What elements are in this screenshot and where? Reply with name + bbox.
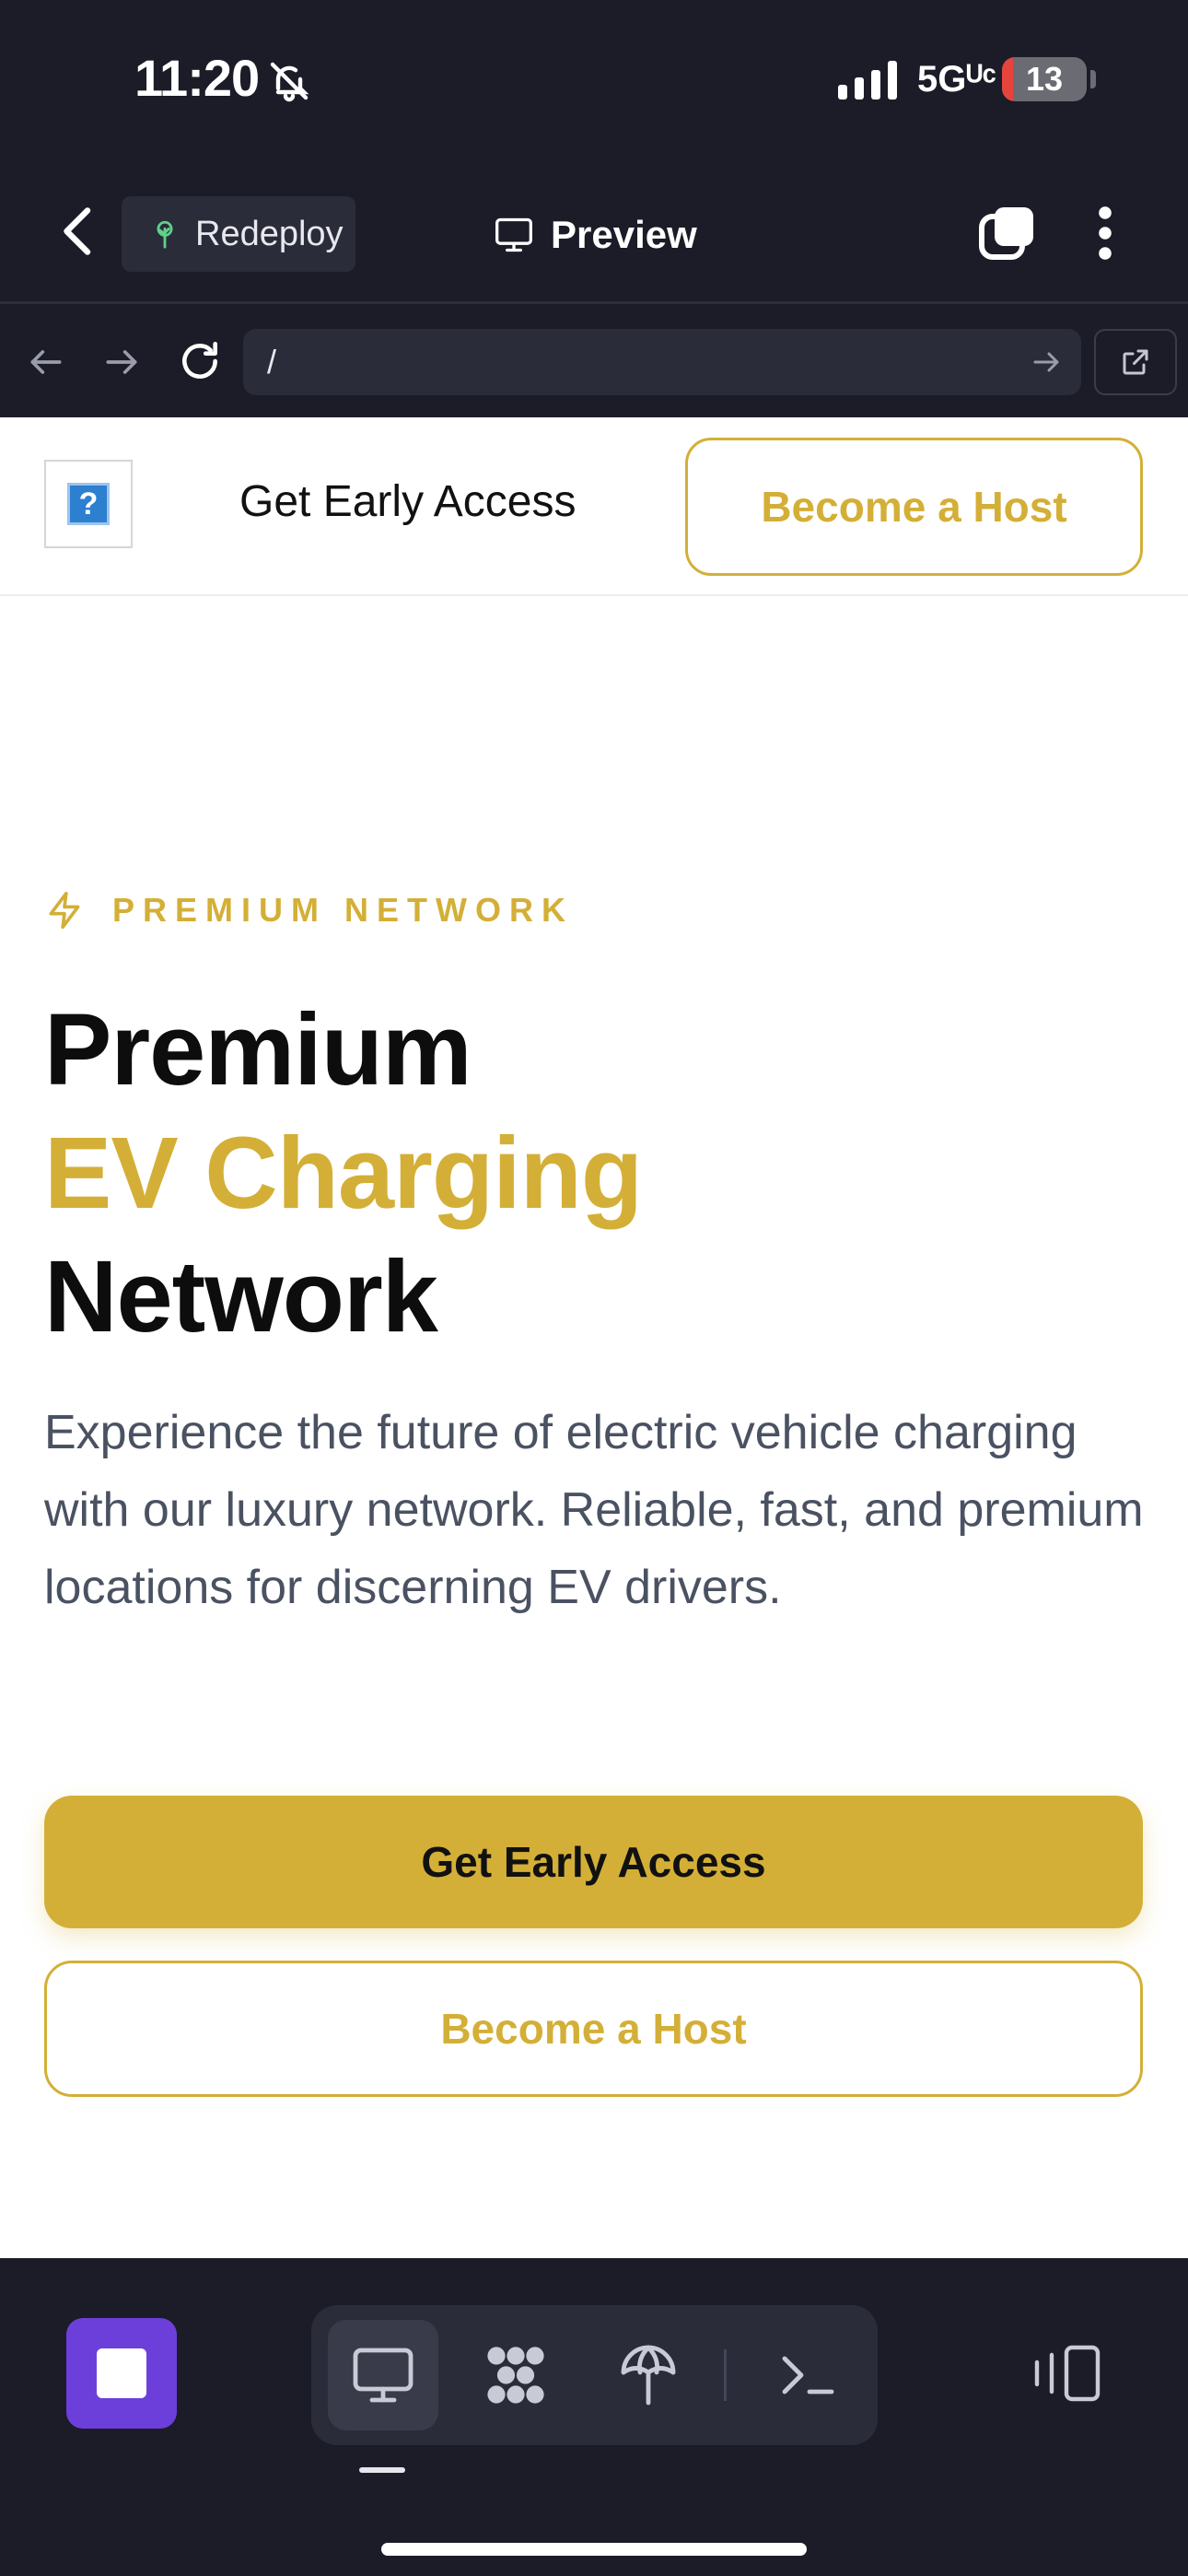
- stop-button[interactable]: [66, 2318, 177, 2429]
- hero-eyebrow: PREMIUM NETWORK: [44, 887, 574, 933]
- terminal-tab[interactable]: [751, 2320, 862, 2430]
- url-input[interactable]: /: [243, 329, 1081, 395]
- external-link-icon: [1123, 349, 1148, 375]
- broken-image-icon: ?: [67, 483, 110, 525]
- status-bar: 11:20 5Gᵁᶜ 13: [0, 0, 1188, 161]
- apps-tab[interactable]: [460, 2320, 571, 2430]
- status-time: 11:20: [134, 49, 260, 107]
- battery-level: 13: [1025, 60, 1064, 98]
- deploy-icon: [621, 2345, 676, 2406]
- nav-get-early-access-link[interactable]: Get Early Access: [239, 476, 576, 527]
- bell-off-icon: [270, 62, 309, 102]
- eyebrow-text: PREMIUM NETWORK: [112, 891, 574, 929]
- app-toolbar: Redeploy Preview: [0, 161, 1188, 304]
- battery-icon: 13: [1002, 57, 1087, 101]
- battery-nub: [1090, 70, 1096, 88]
- active-tab-indicator: [359, 2467, 405, 2473]
- open-external-button[interactable]: [1094, 329, 1177, 395]
- lightning-icon: [49, 891, 80, 930]
- signal-icon: [838, 61, 897, 100]
- arrow-left-icon[interactable]: [26, 342, 66, 382]
- web-preview-viewport: ? Get Early Access Become a Host PREMIUM…: [0, 417, 1188, 2258]
- tree-icon: [157, 220, 173, 249]
- deploy-tab[interactable]: [593, 2320, 704, 2430]
- preview-label: Preview: [551, 213, 697, 256]
- redeploy-button[interactable]: Redeploy: [122, 196, 355, 272]
- home-indicator: [381, 2543, 807, 2556]
- redeploy-label: Redeploy: [195, 214, 344, 253]
- site-logo[interactable]: ?: [44, 460, 133, 548]
- monitor-icon: [495, 217, 532, 252]
- hero-title-line-3: Network: [44, 1240, 438, 1353]
- reload-icon[interactable]: [177, 338, 223, 384]
- site-header: ? Get Early Access Become a Host: [0, 417, 1188, 596]
- split-view-icon[interactable]: [1030, 2344, 1103, 2403]
- hero-description: Experience the future of electric vehicl…: [44, 1406, 1144, 1614]
- arrow-right-icon[interactable]: [101, 342, 142, 382]
- dock-tab-group: [311, 2305, 878, 2445]
- get-early-access-button[interactable]: Get Early Access: [44, 1796, 1143, 1928]
- dock-divider: [724, 2349, 727, 2401]
- terminal-icon: [782, 2356, 834, 2395]
- more-vertical-icon[interactable]: [1090, 204, 1120, 263]
- go-arrow-icon[interactable]: [1030, 345, 1063, 379]
- bottom-dock: [0, 2261, 1188, 2576]
- url-bar-row: /: [0, 307, 1188, 417]
- apps-grid-icon: [487, 2347, 544, 2404]
- preview-title: Preview: [494, 207, 697, 263]
- become-host-button[interactable]: Become a Host: [44, 1961, 1143, 2097]
- desktop-icon: [353, 2348, 413, 2403]
- stop-icon: [97, 2348, 146, 2398]
- hero-title: Premium EV Charging Network: [44, 989, 643, 1359]
- hero-title-line-2: EV Charging: [44, 1117, 643, 1230]
- nav-become-host-button[interactable]: Become a Host: [685, 438, 1143, 576]
- network-label: 5Gᵁᶜ: [917, 59, 996, 100]
- tabs-icon[interactable]: [978, 204, 1037, 263]
- hero-title-line-1: Premium: [44, 993, 472, 1107]
- chevron-left-icon[interactable]: [55, 204, 101, 259]
- desktop-tab[interactable]: [328, 2320, 438, 2430]
